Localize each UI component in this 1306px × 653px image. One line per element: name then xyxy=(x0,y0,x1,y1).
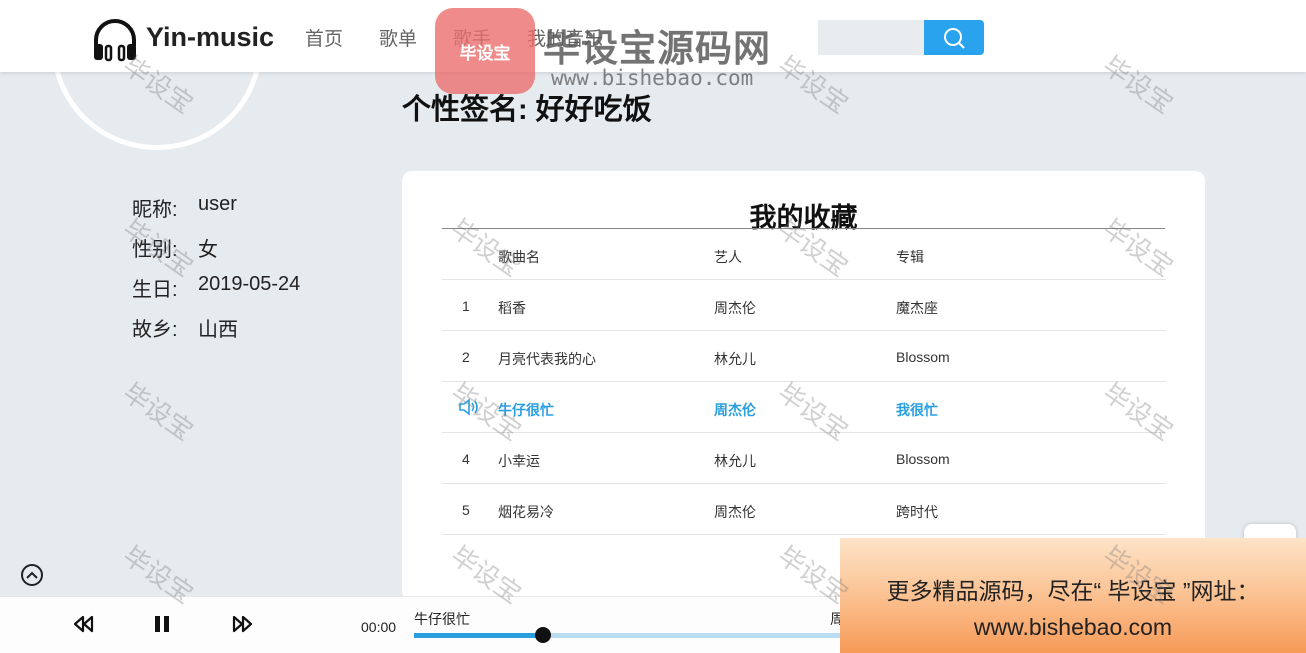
info-key: 性别: xyxy=(132,239,178,261)
chevron-up-icon xyxy=(26,571,38,579)
info-value: 山西 xyxy=(198,319,238,341)
table-row[interactable]: 4 小幸运 林允儿 Blossom xyxy=(442,433,1166,484)
table-row[interactable]: 2 月亮代表我的心 林允儿 Blossom xyxy=(442,331,1166,382)
pause-button[interactable] xyxy=(153,615,171,638)
table-row-playing[interactable]: 牛仔很忙 周杰伦 我很忙 xyxy=(442,382,1166,433)
info-value: 女 xyxy=(198,239,218,261)
info-hometown: 故乡: 山西 xyxy=(132,313,300,353)
song-album: Blossom xyxy=(896,451,950,467)
song-album: 我很忙 xyxy=(896,402,938,418)
row-index: 1 xyxy=(462,298,470,314)
song-table: 歌曲名 艺人 专辑 1 稻香 周杰伦 魔杰座 2 月亮代表我的心 林允儿 Blo… xyxy=(442,229,1166,535)
nav-playlists[interactable]: 歌单 xyxy=(379,24,417,51)
now-playing-title: 牛仔很忙 xyxy=(414,611,470,627)
song-name: 烟花易冷 xyxy=(498,504,554,520)
watermark: 毕设宝 xyxy=(117,377,199,447)
signature-label: 个性签名: xyxy=(402,94,528,126)
column-artist: 艺人 xyxy=(714,249,742,265)
nav-my-music[interactable]: 我的音乐 xyxy=(527,24,603,51)
info-value: user xyxy=(198,193,237,215)
back-to-top-button[interactable] xyxy=(21,564,43,586)
info-key: 昵称: xyxy=(132,199,178,221)
nav-home[interactable]: 首页 xyxy=(305,24,343,51)
row-index: 2 xyxy=(462,349,470,365)
logo[interactable]: Yin-music xyxy=(90,14,274,64)
song-name: 小幸运 xyxy=(498,453,540,469)
search-icon xyxy=(944,27,965,49)
ad-url: www.bishebao.com xyxy=(973,614,1173,640)
column-album: 专辑 xyxy=(896,249,924,265)
info-key: 故乡: xyxy=(132,319,178,341)
next-button[interactable] xyxy=(232,615,254,638)
info-key: 生日: xyxy=(132,279,178,301)
header: Yin-music 首页 歌单 歌手 我的音乐 xyxy=(0,0,1306,72)
signature: 个性签名: 好好吃饭 xyxy=(402,86,652,128)
song-artist: 林允儿 xyxy=(714,453,756,469)
song-name: 牛仔很忙 xyxy=(498,402,554,418)
fast-forward-icon xyxy=(232,615,253,633)
pause-icon xyxy=(155,616,169,632)
row-index: 4 xyxy=(462,451,470,467)
song-album: Blossom xyxy=(896,349,950,365)
table-row[interactable]: 1 稻香 周杰伦 魔杰座 xyxy=(442,280,1166,331)
main-nav: 首页 歌单 歌手 我的音乐 xyxy=(305,24,639,51)
search-button[interactable] xyxy=(924,20,984,55)
column-song-name: 歌曲名 xyxy=(498,249,540,265)
speaker-icon xyxy=(458,398,480,419)
favorites-card: 我的收藏 歌曲名 艺人 专辑 1 稻香 周杰伦 魔杰座 2 月亮代表我的心 林允… xyxy=(402,171,1205,601)
song-album: 跨时代 xyxy=(896,504,938,520)
progress-bar[interactable] xyxy=(414,627,844,643)
info-birthday: 生日: 2019-05-24 xyxy=(132,273,300,313)
rewind-icon xyxy=(73,615,94,633)
current-time: 00:00 xyxy=(361,619,397,635)
info-value: 2019-05-24 xyxy=(198,273,301,295)
info-gender: 性别: 女 xyxy=(132,233,300,273)
song-name: 月亮代表我的心 xyxy=(498,351,596,367)
row-index: 5 xyxy=(462,502,470,518)
song-artist: 周杰伦 xyxy=(714,402,756,418)
song-artist: 周杰伦 xyxy=(714,504,756,520)
ad-text: 更多精品源码，尽在“ 毕设宝 ”网址： xyxy=(886,578,1260,604)
signature-value: 好好吃饭 xyxy=(535,94,652,126)
profile-info: 昵称: user 性别: 女 生日: 2019-05-24 故乡: 山西 xyxy=(132,193,300,353)
table-row[interactable]: 5 烟花易冷 周杰伦 跨时代 xyxy=(442,484,1166,535)
logo-text: Yin-music xyxy=(146,21,275,52)
table-header: 歌曲名 艺人 专辑 xyxy=(442,229,1166,280)
nav-singers[interactable]: 歌手 xyxy=(453,24,491,51)
song-artist: 周杰伦 xyxy=(714,300,756,316)
progress-fill xyxy=(414,633,543,638)
previous-button[interactable] xyxy=(72,615,94,638)
ad-banner[interactable]: 更多精品源码，尽在“ 毕设宝 ”网址： www.bishebao.com xyxy=(840,538,1306,653)
song-album: 魔杰座 xyxy=(896,300,938,316)
song-artist: 林允儿 xyxy=(714,351,756,367)
info-nickname: 昵称: user xyxy=(132,193,300,233)
headphones-icon xyxy=(94,19,136,62)
song-name: 稻香 xyxy=(498,300,526,316)
progress-handle[interactable] xyxy=(535,627,551,643)
search-input[interactable] xyxy=(818,20,924,55)
